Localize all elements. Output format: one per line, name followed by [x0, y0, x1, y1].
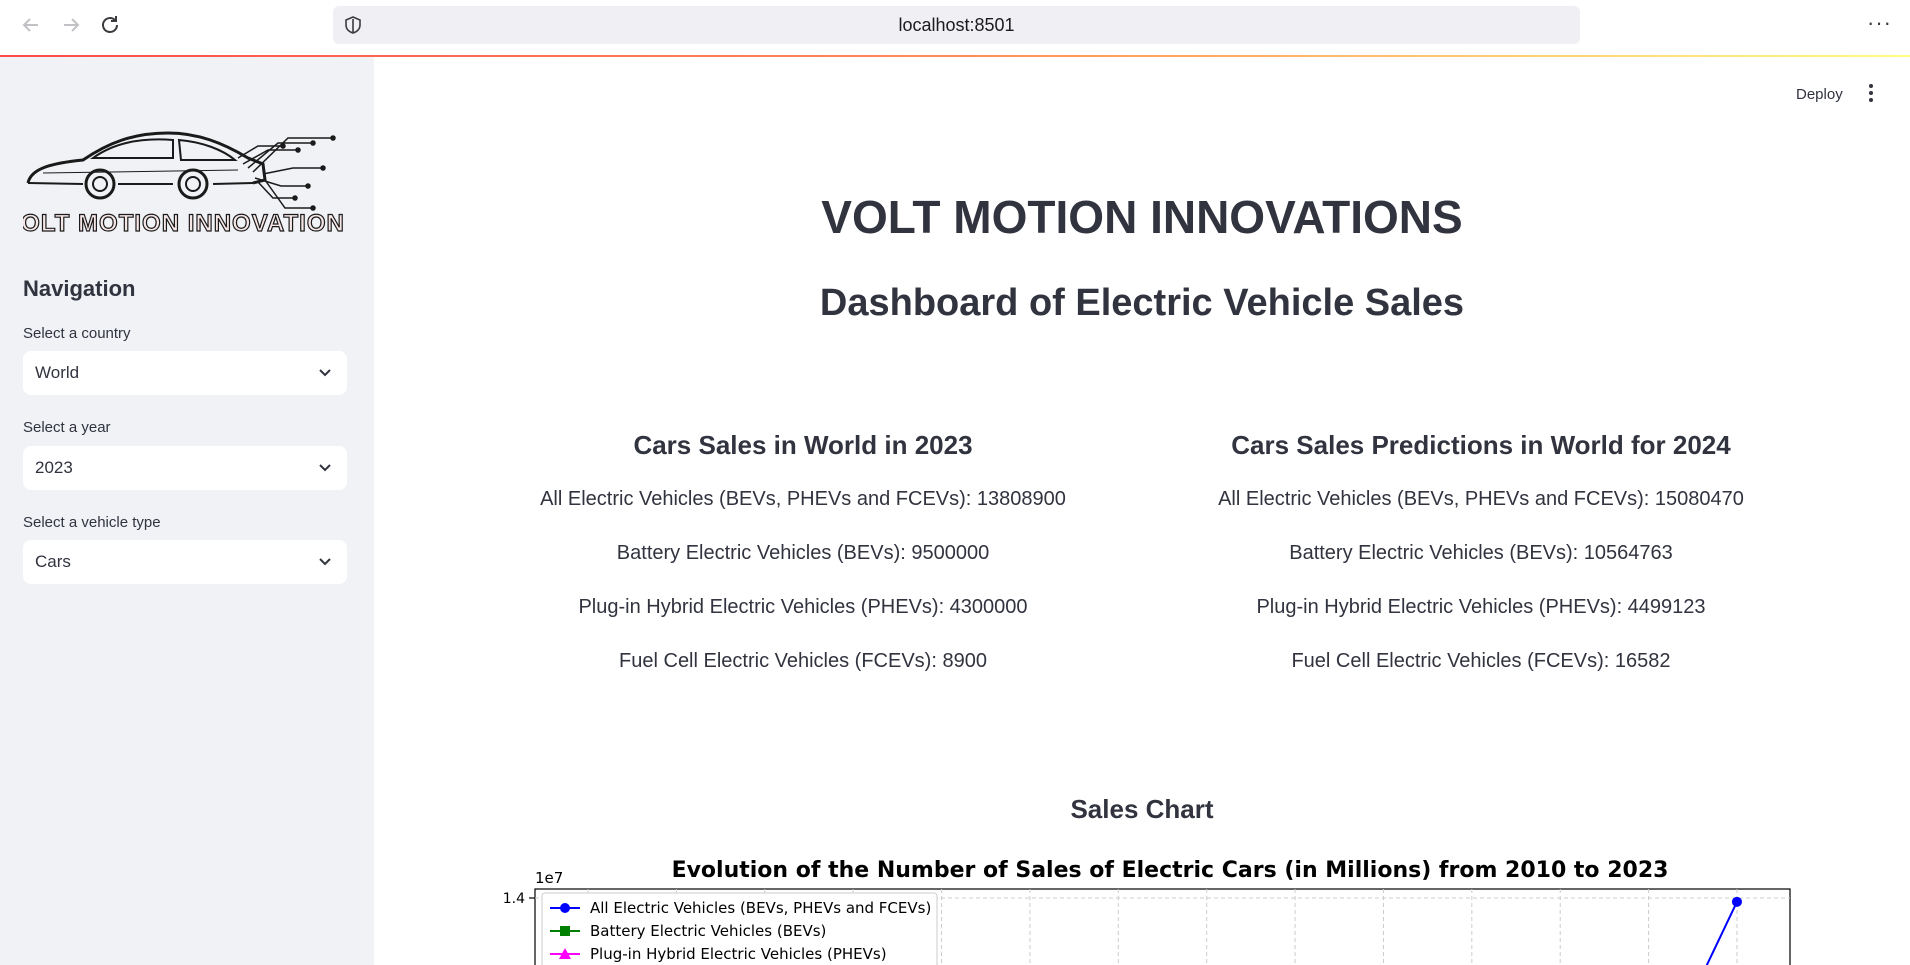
- page-subtitle: Dashboard of Electric Vehicle Sales: [819, 282, 1465, 324]
- browser-toolbar: localhost:8501 ···: [0, 0, 1910, 55]
- year-select[interactable]: 2023: [23, 446, 347, 490]
- sales-fcev: Fuel Cell Electric Vehicles (FCEVs): 890…: [619, 650, 987, 672]
- reload-icon[interactable]: [97, 12, 123, 38]
- y-axis-ticks: 1.4: [503, 891, 535, 907]
- chevron-down-icon: [319, 369, 331, 377]
- predictions-heading: Cars Sales Predictions in World for 2024: [1231, 430, 1731, 460]
- logo: VOLT MOTION INNOVATIONS: [23, 131, 343, 238]
- chart-legend: All Electric Vehicles (BEVs, PHEVs and F…: [541, 892, 938, 965]
- sales-all-ev: All Electric Vehicles (BEVs, PHEVs and F…: [540, 488, 1066, 510]
- legend-marker: [560, 926, 570, 936]
- arrow-left-icon[interactable]: [18, 12, 44, 38]
- predictions-phev: Plug-in Hybrid Electric Vehicles (PHEVs)…: [1256, 596, 1706, 618]
- sales-heading: Cars Sales in World in 2023: [633, 430, 973, 460]
- country-select-value: World: [35, 363, 80, 382]
- url-text: localhost:8501: [898, 14, 1015, 35]
- legend-label: All Electric Vehicles (BEVs, PHEVs and F…: [590, 899, 931, 917]
- sales-phev: Plug-in Hybrid Electric Vehicles (PHEVs)…: [578, 596, 1028, 618]
- more-vertical-icon[interactable]: [1865, 82, 1877, 106]
- chart-title: Evolution of the Number of Sales of Elec…: [672, 858, 1669, 883]
- country-select[interactable]: World: [23, 351, 347, 395]
- vehicle-type-select-value: Cars: [35, 552, 71, 571]
- address-bar[interactable]: localhost:8501: [333, 6, 1580, 44]
- deploy-button[interactable]: Deploy: [1796, 86, 1843, 103]
- legend-label: Battery Electric Vehicles (BEVs): [590, 922, 826, 940]
- year-label: Select a year: [23, 419, 111, 436]
- predictions-column: Cars Sales Predictions in World for 2024…: [1171, 430, 1791, 700]
- arrow-right-icon[interactable]: [58, 12, 84, 38]
- y-offset-label: 1e7: [535, 869, 563, 887]
- y-tick-label: 1.4: [503, 891, 525, 907]
- chevron-down-icon: [319, 464, 331, 472]
- page-title: VOLT MOTION INNOVATIONS: [821, 191, 1463, 243]
- navigation-title: Navigation: [23, 276, 136, 301]
- chevron-down-icon: [319, 558, 331, 566]
- shield-icon[interactable]: [343, 15, 363, 35]
- sales-bev: Battery Electric Vehicles (BEVs): 950000…: [616, 542, 990, 564]
- predictions-all-ev: All Electric Vehicles (BEVs, PHEVs and F…: [1218, 488, 1744, 510]
- country-label: Select a country: [23, 325, 131, 342]
- vehicle-type-select[interactable]: Cars: [23, 540, 347, 584]
- sales-chart-title: Sales Chart: [1070, 794, 1214, 824]
- sales-column: Cars Sales in World in 2023 All Electric…: [493, 430, 1113, 700]
- data-point: [1731, 896, 1742, 907]
- predictions-bev: Battery Electric Vehicles (BEVs): 105647…: [1289, 542, 1673, 564]
- legend-marker: [560, 903, 570, 913]
- sales-line-chart: Evolution of the Number of Sales of Elec…: [503, 858, 1791, 965]
- year-select-value: 2023: [35, 458, 73, 477]
- legend-label: Plug-in Hybrid Electric Vehicles (PHEVs): [590, 945, 887, 963]
- vehicle-type-label: Select a vehicle type: [23, 514, 161, 531]
- more-horizontal-icon[interactable]: ···: [1867, 10, 1892, 36]
- logo-text: VOLT MOTION INNOVATIONS: [23, 210, 343, 237]
- predictions-fcev: Fuel Cell Electric Vehicles (FCEVs): 165…: [1291, 650, 1671, 672]
